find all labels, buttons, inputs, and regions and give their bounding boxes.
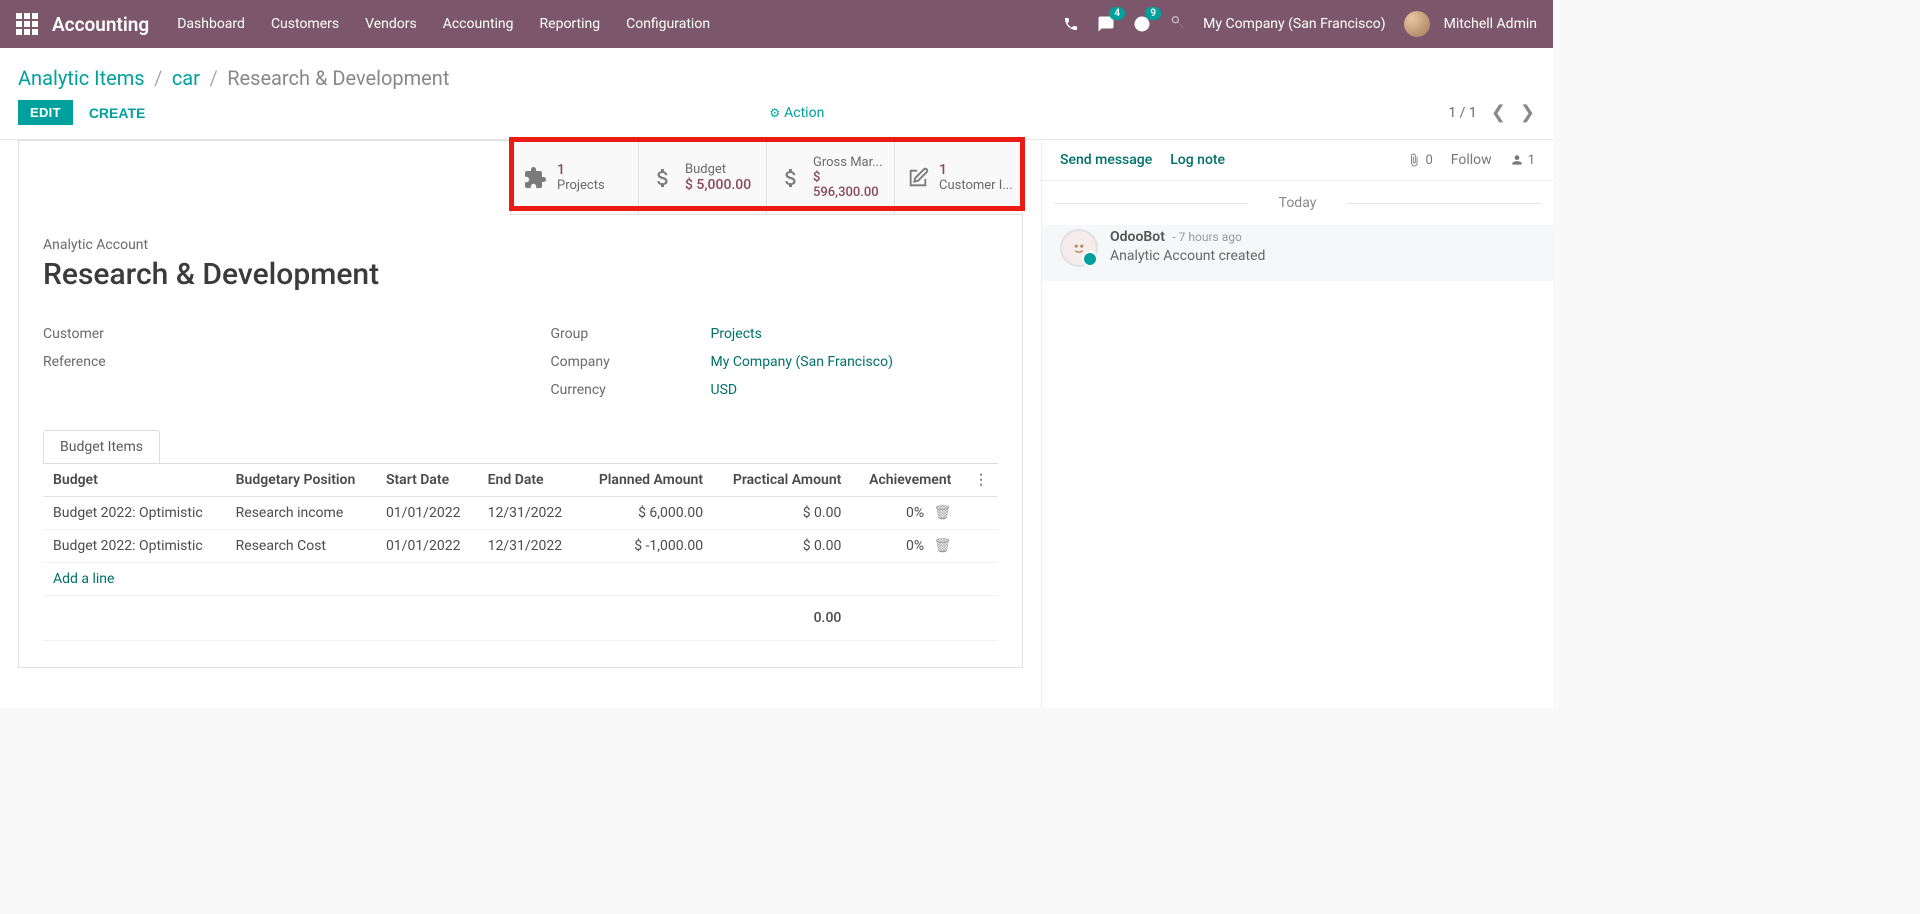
col-end[interactable]: End Date xyxy=(478,464,580,497)
add-line-link[interactable]: Add a line xyxy=(43,563,998,596)
col-budget[interactable]: Budget xyxy=(43,464,226,497)
col-options-icon[interactable]: ⋮ xyxy=(961,464,998,497)
col-practical[interactable]: Practical Amount xyxy=(713,464,851,497)
crumb-car[interactable]: car xyxy=(172,66,200,90)
attachments-button[interactable]: 0 xyxy=(1407,153,1432,168)
stat-budget[interactable]: Budget$ 5,000.00 xyxy=(638,141,766,214)
follow-button[interactable]: Follow xyxy=(1451,152,1492,168)
breadcrumb: Analytic Items / car / Research & Develo… xyxy=(0,48,1553,94)
bot-avatar-icon xyxy=(1060,229,1098,267)
edit-icon xyxy=(907,167,929,189)
messages-badge: 4 xyxy=(1109,7,1125,20)
debug-icon[interactable] xyxy=(1169,16,1185,32)
table-row[interactable]: Budget 2022: OptimisticResearch Cost01/0… xyxy=(43,530,998,563)
app-name: Accounting xyxy=(52,13,149,36)
trash-icon[interactable]: 🗑 xyxy=(934,538,952,554)
nav-dashboard[interactable]: Dashboard xyxy=(177,16,245,32)
topbar: Accounting Dashboard Customers Vendors A… xyxy=(0,0,1553,48)
user-menu[interactable]: Mitchell Admin xyxy=(1404,11,1537,37)
tab-budget-items[interactable]: Budget Items xyxy=(43,430,160,463)
pager-prev-icon[interactable]: ❮ xyxy=(1491,102,1506,123)
edit-button[interactable]: EDIT xyxy=(18,100,73,125)
crumb-analytic-items[interactable]: Analytic Items xyxy=(18,66,145,90)
pager: 1 / 1 ❮ ❯ xyxy=(1448,102,1535,123)
foot-practical: 0.00 xyxy=(713,596,851,641)
table-row[interactable]: Budget 2022: OptimisticResearch income01… xyxy=(43,497,998,530)
puzzle-icon xyxy=(523,166,547,190)
apps-icon[interactable] xyxy=(16,13,38,35)
dollar-icon xyxy=(651,166,675,190)
create-button[interactable]: CREATE xyxy=(89,105,146,121)
nav-customers[interactable]: Customers xyxy=(271,16,339,32)
chatter-message[interactable]: OdooBot - 7 hours ago Analytic Account c… xyxy=(1042,225,1553,281)
dollar-icon xyxy=(779,166,803,190)
col-planned[interactable]: Planned Amount xyxy=(579,464,713,497)
crumb-current: Research & Development xyxy=(227,66,449,90)
phone-icon[interactable] xyxy=(1063,16,1079,32)
main-nav: Dashboard Customers Vendors Accounting R… xyxy=(177,16,710,32)
activities-icon[interactable]: 9 xyxy=(1133,15,1151,33)
company-value[interactable]: My Company (San Francisco) xyxy=(711,354,893,370)
activities-badge: 9 xyxy=(1145,7,1161,20)
customer-label: Customer xyxy=(43,326,203,342)
nav-vendors[interactable]: Vendors xyxy=(365,16,417,32)
col-start[interactable]: Start Date xyxy=(376,464,478,497)
msg-author: OdooBot xyxy=(1110,229,1165,245)
followers-button[interactable]: 1 xyxy=(1510,153,1535,168)
pager-next-icon[interactable]: ❯ xyxy=(1520,102,1535,123)
group-label: Group xyxy=(551,326,711,342)
analytic-account-label: Analytic Account xyxy=(43,237,998,253)
chatter: Send message Log note 0 Follow 1 Today xyxy=(1041,140,1553,708)
group-value[interactable]: Projects xyxy=(711,326,762,342)
avatar xyxy=(1404,11,1430,37)
company-name[interactable]: My Company (San Francisco) xyxy=(1203,16,1385,32)
nav-reporting[interactable]: Reporting xyxy=(540,16,601,32)
user-name: Mitchell Admin xyxy=(1444,16,1537,32)
messages-icon[interactable]: 4 xyxy=(1097,15,1115,33)
currency-value[interactable]: USD xyxy=(711,382,738,398)
stat-customer-invoices[interactable]: 1Customer I... xyxy=(894,141,1022,214)
currency-label: Currency xyxy=(551,382,711,398)
nav-configuration[interactable]: Configuration xyxy=(626,16,710,32)
stat-projects[interactable]: 1Projects xyxy=(510,141,638,214)
stat-buttons: 1Projects Budget$ 5,000.00 Gross Mar...$… xyxy=(510,141,1022,215)
topbar-right: 4 9 My Company (San Francisco) Mitchell … xyxy=(1063,11,1537,37)
send-message-button[interactable]: Send message xyxy=(1060,152,1152,168)
msg-text: Analytic Account created xyxy=(1110,248,1265,264)
company-label: Company xyxy=(551,354,711,370)
action-dropdown[interactable]: Action xyxy=(769,105,824,121)
today-divider: Today xyxy=(1042,195,1553,211)
col-achievement[interactable]: Achievement xyxy=(851,464,961,497)
reference-label: Reference xyxy=(43,354,203,370)
pager-count: 1 / 1 xyxy=(1448,105,1476,121)
msg-time: - 7 hours ago xyxy=(1172,230,1241,244)
stat-gross-margin[interactable]: Gross Mar...$ 596,300.00 xyxy=(766,141,894,214)
trash-icon[interactable]: 🗑 xyxy=(934,505,952,521)
action-row: EDIT CREATE Action 1 / 1 ❮ ❯ xyxy=(0,94,1553,139)
nav-accounting[interactable]: Accounting xyxy=(443,16,514,32)
record-card: 1Projects Budget$ 5,000.00 Gross Mar...$… xyxy=(18,140,1023,668)
col-position[interactable]: Budgetary Position xyxy=(226,464,376,497)
page-title: Research & Development xyxy=(43,257,998,292)
log-note-button[interactable]: Log note xyxy=(1170,152,1225,168)
budget-items-table: Budget Budgetary Position Start Date End… xyxy=(43,464,998,641)
